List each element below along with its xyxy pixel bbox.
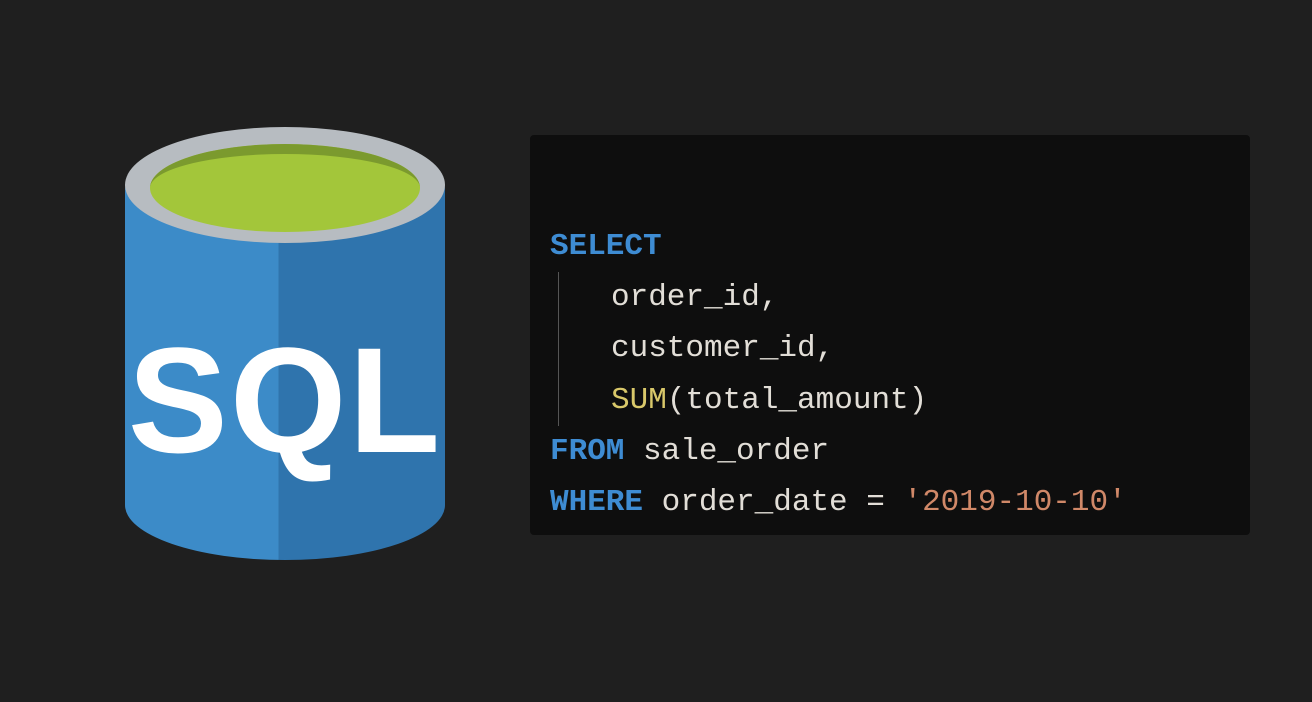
code-snippet: SELECT order_id, customer_id, SUM(total_amo…: [530, 135, 1250, 535]
sum-argument: (total_amount): [667, 383, 927, 418]
select-columns-block: order_id, customer_id, SUM(total_amount): [558, 272, 1225, 425]
sql-label: SQL: [110, 325, 460, 475]
keyword-where: WHERE: [550, 485, 643, 520]
date-literal: '2019-10-10': [903, 485, 1126, 520]
keyword-from: FROM: [550, 434, 624, 469]
keyword-select: SELECT: [550, 229, 662, 264]
where-column: order_date =: [643, 485, 903, 520]
function-sum: SUM: [611, 383, 667, 418]
column-order-id: order_id,: [611, 280, 778, 315]
stage: SQL SELECT order_id, customer_id, SUM(total…: [0, 0, 1312, 702]
column-customer-id: customer_id,: [611, 331, 834, 366]
table-name: sale_order: [624, 434, 829, 469]
sql-database-icon: SQL: [110, 110, 460, 580]
